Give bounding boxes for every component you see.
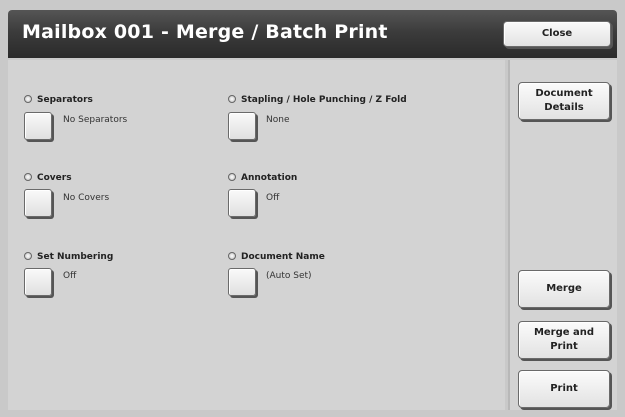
document-name-value: (Auto Set) [266,271,312,281]
covers-label: Covers [24,172,72,183]
set-numbering-value: Off [63,271,77,281]
document-details-button[interactable]: Document Details [518,82,610,120]
close-button[interactable]: Close [503,21,611,47]
separators-button[interactable] [24,112,52,140]
annotation-value: Off [266,193,280,203]
merge-button[interactable]: Merge [518,270,610,308]
radio-dot-icon [228,94,236,103]
print-button[interactable]: Print [518,370,610,408]
set-numbering-label: Set Numbering [24,251,113,262]
annotation-label: Annotation [228,172,297,183]
stapling-button[interactable] [228,112,256,140]
annotation-button[interactable] [228,189,256,217]
merge-and-print-button[interactable]: Merge and Print [518,321,610,359]
covers-button[interactable] [24,189,52,217]
stapling-label: Stapling / Hole Punching / Z Fold [228,94,407,105]
separators-value: No Separators [63,115,128,125]
radio-dot-icon [228,251,236,260]
document-name-button[interactable] [228,268,256,296]
covers-value: No Covers [63,193,110,203]
stapling-value: None [266,115,290,125]
radio-dot-icon [228,172,236,181]
radio-dot-icon [24,172,32,181]
set-numbering-button[interactable] [24,268,52,296]
screen-frame: Mailbox 001 - Merge / Batch Print Close … [0,0,625,417]
settings-panel [8,60,505,410]
radio-dot-icon [24,251,32,260]
page-title: Mailbox 001 - Merge / Batch Print [22,21,388,43]
separators-label: Separators [24,94,93,105]
document-name-label: Document Name [228,251,325,262]
radio-dot-icon [24,94,32,103]
